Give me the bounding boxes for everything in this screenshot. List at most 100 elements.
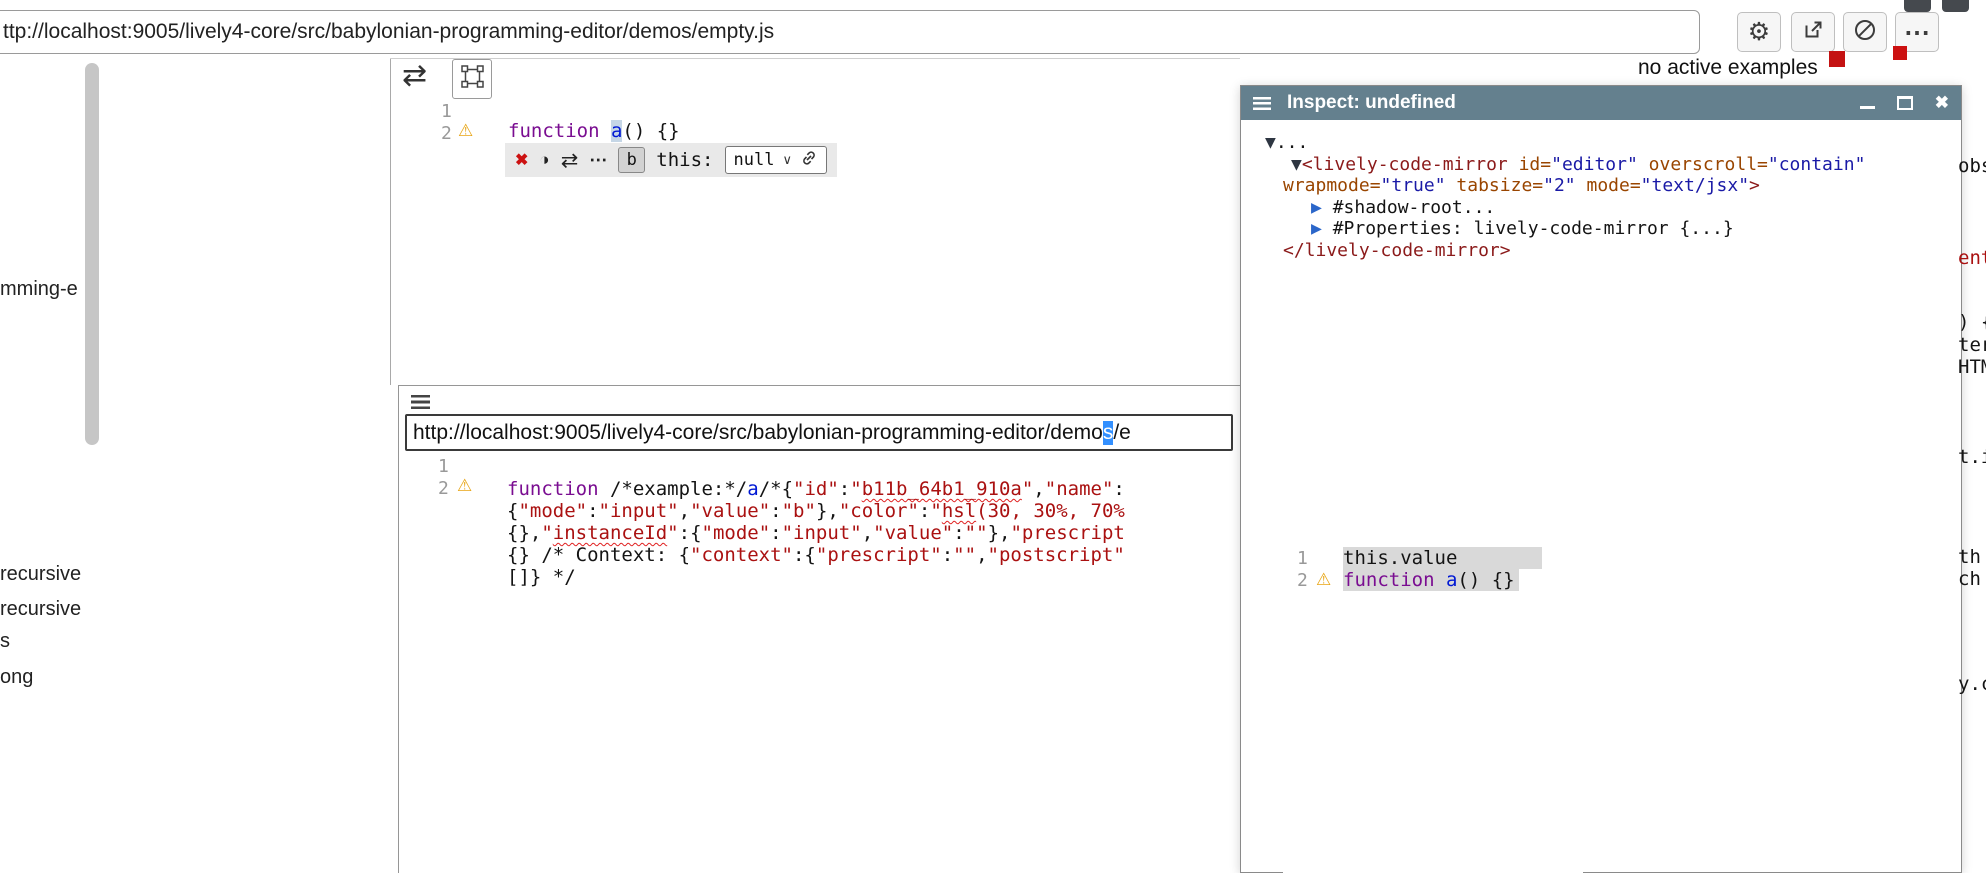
code-line: ▶ #shadow-root...	[1257, 197, 1865, 219]
code-segment: (30, 30%, 70%	[976, 500, 1125, 522]
code-segment: /*example:*/	[610, 478, 747, 500]
notification-badge	[1893, 46, 1907, 60]
settings-button[interactable]: ⚙	[1737, 12, 1781, 52]
code-segment: this.value	[1343, 547, 1457, 569]
code-segment: },	[988, 522, 1011, 544]
code-line: {} /* Context: {"context":{"prescript":"…	[507, 544, 1125, 566]
clipped-text: obs	[1958, 155, 1986, 177]
maximize-icon[interactable]	[1897, 96, 1913, 110]
clipped-text: ) {	[1958, 311, 1986, 333]
code-segment: /*{	[759, 478, 793, 500]
delete-example-icon[interactable]: ✖	[515, 150, 528, 170]
code-line: </lively-code-mirror>	[1257, 240, 1865, 262]
example-name-button[interactable]: b	[618, 147, 645, 173]
dom-tree[interactable]: ▼...▼<lively-code-mirror id="editor" ove…	[1257, 132, 1865, 261]
code-segment: "input"	[599, 500, 679, 522]
code-segment: },	[816, 500, 839, 522]
code-line: wrapmode="true" tabsize="2" mode="text/j…	[1257, 175, 1865, 197]
clipped-text: ent	[1958, 247, 1986, 269]
code-segment: tabsize=	[1456, 175, 1543, 196]
code-segment: hsl	[942, 500, 976, 522]
link-icon[interactable]	[800, 149, 818, 172]
frame-select-icon	[460, 64, 485, 94]
minimize-icon[interactable]	[1860, 97, 1875, 109]
code-line: ▼...	[1257, 132, 1865, 154]
window-minimize-icon[interactable]	[1904, 0, 1931, 12]
code-segment: </lively-code-mirror>	[1283, 240, 1511, 261]
code-segment: "true"	[1381, 175, 1446, 196]
code-segment: ...	[1276, 132, 1309, 153]
menu-icon[interactable]	[1253, 97, 1271, 110]
line-number: 1	[1297, 548, 1308, 569]
code-segment: "	[667, 522, 678, 544]
code-line-highlighted[interactable]: this.value	[1343, 547, 1542, 569]
code-segment: "b"	[782, 500, 816, 522]
this-label: this:	[656, 149, 713, 171]
code-segment: {},	[507, 522, 541, 544]
inspector-code-editor[interactable]: 1 2 ⚠ this.value function a() {}	[1283, 543, 1583, 873]
code-line[interactable]: function a() {}	[508, 120, 680, 142]
window-maximize-icon[interactable]	[1942, 0, 1969, 12]
code-segment: <lively-code-mirror	[1302, 154, 1508, 175]
code-segment	[1446, 175, 1457, 196]
block-icon	[1853, 18, 1877, 47]
more-icon[interactable]: ⋯	[589, 150, 607, 171]
editor2-window: http://localhost:9005/lively4-core/src/b…	[398, 385, 1240, 873]
code-segment: "value"	[873, 522, 953, 544]
code-segment: "postscript"	[988, 544, 1125, 566]
code-segment: :	[770, 500, 781, 522]
url-text-pre: http://localhost:9005/lively4-core/src/b…	[413, 421, 1103, 445]
code-segment: "contain"	[1768, 154, 1866, 175]
code-segment: () {}	[1457, 569, 1514, 591]
toggle-example-icon[interactable]: ◑	[539, 150, 549, 170]
line-number: 1	[438, 456, 449, 477]
code-segment: {} /* Context: {	[507, 544, 690, 566]
swap-icon[interactable]: ⇄	[561, 148, 579, 173]
code-segment: ▶	[1311, 218, 1333, 239]
no-active-examples-marker	[1829, 51, 1845, 67]
clipped-text: mming-e	[0, 278, 78, 301]
code-segment: "name"	[1045, 478, 1114, 500]
code-line: []} */	[507, 566, 1125, 588]
code-line-highlighted[interactable]: function a() {}	[1343, 569, 1519, 591]
code-line: ▶ #Properties: lively-code-mirror {...}	[1257, 218, 1865, 240]
code-segment: "color"	[839, 500, 919, 522]
code-segment: id=	[1519, 154, 1552, 175]
close-icon[interactable]: ✖	[1935, 93, 1949, 113]
code-segment: ,	[679, 500, 690, 522]
clipped-text: th	[1958, 546, 1981, 568]
code-segment: "context"	[690, 544, 793, 566]
inspector-titlebar[interactable]: Inspect: undefined ✖	[1241, 86, 1961, 120]
code-segment: :{	[679, 522, 702, 544]
this-value-dropdown[interactable]: null ∨	[725, 146, 827, 174]
clipped-text: HTM	[1958, 356, 1986, 378]
swap-arrows-button[interactable]: ⇄	[402, 58, 427, 94]
screen: ttp://localhost:9005/lively4-core/src/ba…	[0, 0, 1986, 873]
warning-icon: ⚠	[457, 477, 472, 494]
clipped-text: ch	[1958, 568, 1981, 590]
code-segment: ,	[862, 522, 873, 544]
code-segment: instanceId	[553, 522, 667, 544]
gears-icon: ⚙	[1748, 20, 1770, 45]
code-segment: "text/jsx"	[1641, 175, 1749, 196]
main-url-bar[interactable]: ttp://localhost:9005/lively4-core/src/ba…	[0, 10, 1700, 54]
block-button[interactable]	[1843, 12, 1887, 52]
code-segment: mode=	[1586, 175, 1640, 196]
main-url-text: ttp://localhost:9005/lively4-core/src/ba…	[3, 20, 774, 44]
clipped-text: recursive	[0, 598, 81, 621]
scrollbar-thumb[interactable]	[85, 63, 99, 445]
code-segment: #Properties: lively-code-mirror {...}	[1333, 218, 1734, 239]
example-widget: ✖ ◑ ⇄ ⋯ b this: null ∨	[505, 143, 837, 177]
code-segment: a	[1446, 569, 1457, 591]
code-segment: "	[1022, 478, 1033, 500]
code-segment: "mode"	[702, 522, 771, 544]
open-external-button[interactable]	[1791, 12, 1835, 52]
menu-icon[interactable]	[411, 395, 430, 409]
select-frame-button[interactable]	[452, 59, 492, 99]
warning-icon: ⚠	[458, 122, 473, 139]
editor2-url-input[interactable]: http://localhost:9005/lively4-core/src/b…	[405, 414, 1233, 451]
code-area[interactable]: function /*example:*/a/*{"id":"b11b_64b1…	[507, 478, 1125, 588]
code-segment: ""	[965, 522, 988, 544]
code-segment	[1638, 154, 1649, 175]
code-segment: "prescript	[1010, 522, 1124, 544]
